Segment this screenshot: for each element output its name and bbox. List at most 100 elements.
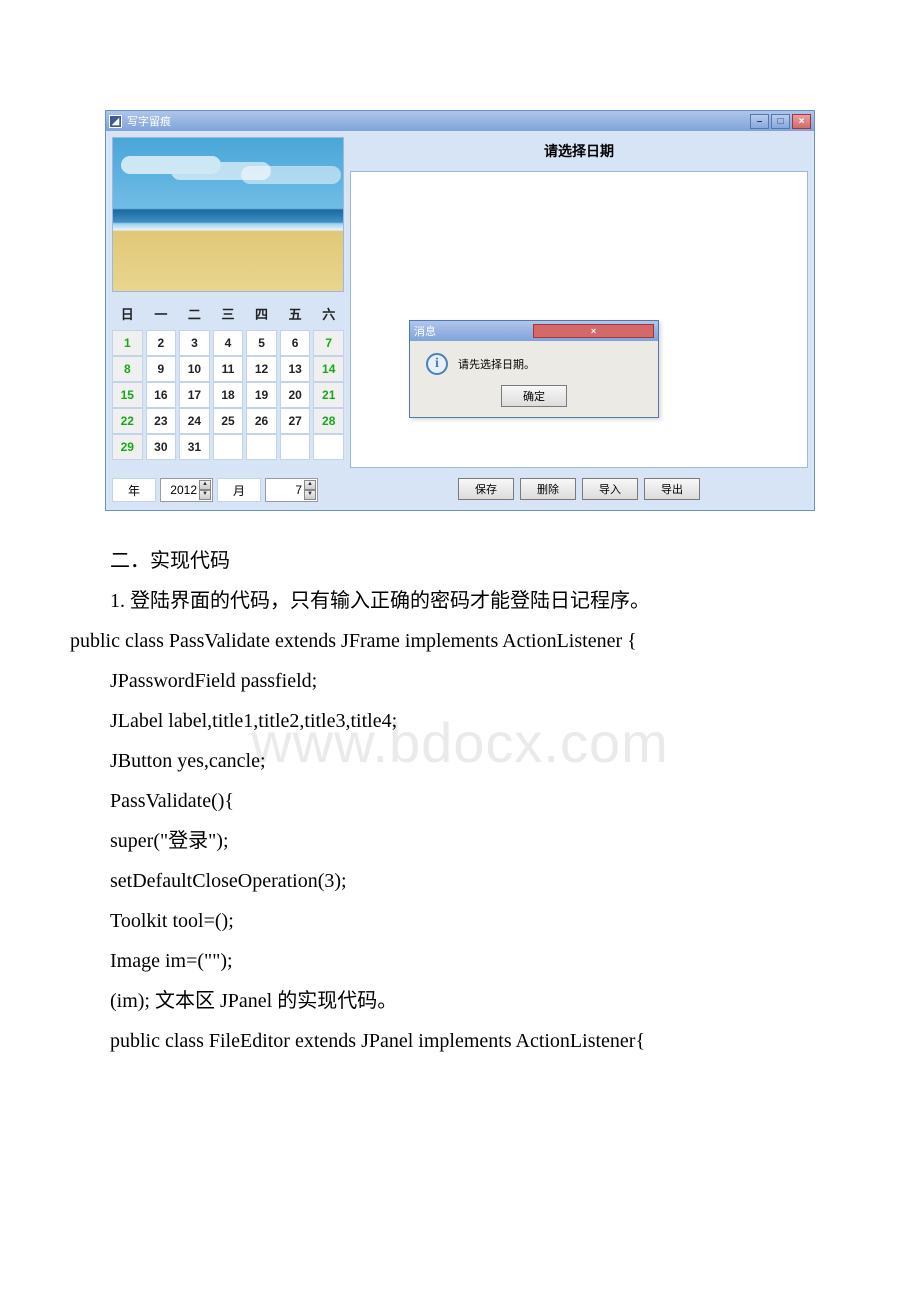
right-panel: 请选择日期 消息 × i 请先选择日期。 <box>350 137 808 504</box>
calendar-cell <box>313 434 344 460</box>
year-input[interactable] <box>161 483 199 497</box>
calendar-cell[interactable]: 7 <box>313 330 344 356</box>
code-line: super("登录"); <box>70 821 830 861</box>
spinner-down-icon[interactable]: ▼ <box>304 490 316 500</box>
dialog-message-row: i 请先选择日期。 <box>422 353 535 375</box>
close-button[interactable]: × <box>792 114 811 129</box>
code-line: JButton yes,cancle; <box>70 741 830 781</box>
left-panel: 日一二三四五六 12345678910111213141516171819202… <box>112 137 344 504</box>
calendar-cell[interactable]: 17 <box>179 382 210 408</box>
maximize-button[interactable]: □ <box>771 114 790 129</box>
app-window: ◢ 写字留痕 – □ × 日一二三四五六 1234567891011121314… <box>105 110 815 511</box>
window-titlebar: ◢ 写字留痕 – □ × <box>106 111 814 131</box>
dialog-ok-button[interactable]: 确定 <box>501 385 567 407</box>
code-line: Image im=(""); <box>70 941 830 981</box>
article-body: 二．实现代码 1. 登陆界面的代码，只有输入正确的密码才能登陆日记程序。 pub… <box>70 541 830 1061</box>
calendar-cell <box>280 434 311 460</box>
code-line: JLabel label,title1,title2,title3,title4… <box>70 701 830 741</box>
spinner-down-icon[interactable]: ▼ <box>199 490 211 500</box>
dialog-title-text: 消息 <box>414 323 533 339</box>
app-screenshot: ◢ 写字留痕 – □ × 日一二三四五六 1234567891011121314… <box>105 110 815 511</box>
calendar-cell[interactable]: 9 <box>146 356 177 382</box>
import-button[interactable]: 导入 <box>582 478 638 500</box>
export-button[interactable]: 导出 <box>644 478 700 500</box>
calendar: 日一二三四五六 12345678910111213141516171819202… <box>112 298 344 462</box>
calendar-cell[interactable]: 29 <box>112 434 143 460</box>
calendar-cell[interactable]: 1 <box>112 330 143 356</box>
calendar-row: 22232425262728 <box>112 408 344 434</box>
text-area[interactable]: 消息 × i 请先选择日期。 确定 <box>350 171 808 468</box>
calendar-cell[interactable]: 12 <box>246 356 277 382</box>
weekday-header: 一 <box>146 300 177 327</box>
calendar-cell[interactable]: 25 <box>213 408 244 434</box>
year-spinner[interactable]: ▲ ▼ <box>160 478 213 502</box>
calendar-cell <box>213 434 244 460</box>
spinner-up-icon[interactable]: ▲ <box>304 480 316 490</box>
calendar-cell[interactable]: 27 <box>280 408 311 434</box>
weekday-header: 六 <box>313 300 344 327</box>
calendar-cell[interactable]: 2 <box>146 330 177 356</box>
month-input[interactable] <box>266 483 304 497</box>
beach-image <box>112 137 344 292</box>
dialog-body: i 请先选择日期。 确定 <box>410 341 658 417</box>
calendar-cell[interactable]: 5 <box>246 330 277 356</box>
calendar-row: 1234567 <box>112 330 344 356</box>
calendar-cell[interactable]: 14 <box>313 356 344 382</box>
weekday-header: 三 <box>213 300 244 327</box>
action-row: 保存 删除 导入 导出 <box>350 474 808 504</box>
weekday-header: 日 <box>112 300 143 327</box>
calendar-cell[interactable]: 19 <box>246 382 277 408</box>
calendar-cell[interactable]: 3 <box>179 330 210 356</box>
weekday-header: 五 <box>280 300 311 327</box>
calendar-row: 15161718192021 <box>112 382 344 408</box>
calendar-cell[interactable]: 6 <box>280 330 311 356</box>
spinner-up-icon[interactable]: ▲ <box>199 480 211 490</box>
date-prompt-label: 请选择日期 <box>350 137 808 165</box>
delete-button[interactable]: 删除 <box>520 478 576 500</box>
minimize-button[interactable]: – <box>750 114 769 129</box>
info-icon: i <box>426 353 448 375</box>
calendar-cell[interactable]: 11 <box>213 356 244 382</box>
calendar-cell[interactable]: 31 <box>179 434 210 460</box>
weekday-header: 二 <box>179 300 210 327</box>
calendar-cell[interactable]: 24 <box>179 408 210 434</box>
dialog-close-button[interactable]: × <box>533 324 654 338</box>
calendar-cell[interactable]: 18 <box>213 382 244 408</box>
calendar-row: 293031 <box>112 434 344 460</box>
month-label: 月 <box>217 478 261 502</box>
calendar-cell[interactable]: 16 <box>146 382 177 408</box>
month-spinner[interactable]: ▲ ▼ <box>265 478 318 502</box>
year-month-row: 年 ▲ ▼ 月 ▲ <box>112 474 344 504</box>
calendar-cell[interactable]: 4 <box>213 330 244 356</box>
code-line: JPasswordField passfield; <box>70 661 830 701</box>
code-line: (im); 文本区 JPanel 的实现代码。 <box>70 981 830 1021</box>
calendar-cell[interactable]: 21 <box>313 382 344 408</box>
calendar-cell[interactable]: 30 <box>146 434 177 460</box>
window-title: 写字留痕 <box>127 113 750 129</box>
calendar-cell <box>246 434 277 460</box>
code-line: Toolkit tool=(); <box>70 901 830 941</box>
app-icon: ◢ <box>109 115 122 128</box>
calendar-cell[interactable]: 10 <box>179 356 210 382</box>
calendar-cell[interactable]: 15 <box>112 382 143 408</box>
calendar-cell[interactable]: 8 <box>112 356 143 382</box>
code-line: public class FileEditor extends JPanel i… <box>70 1021 830 1061</box>
calendar-cell[interactable]: 20 <box>280 382 311 408</box>
save-button[interactable]: 保存 <box>458 478 514 500</box>
dialog-message: 请先选择日期。 <box>458 356 535 372</box>
year-label: 年 <box>112 478 156 502</box>
calendar-cell[interactable]: 22 <box>112 408 143 434</box>
calendar-cell[interactable]: 13 <box>280 356 311 382</box>
code-line: public class PassValidate extends JFrame… <box>132 621 830 661</box>
calendar-row: 891011121314 <box>112 356 344 382</box>
message-dialog: 消息 × i 请先选择日期。 确定 <box>409 320 659 418</box>
calendar-cell[interactable]: 23 <box>146 408 177 434</box>
calendar-cell[interactable]: 26 <box>246 408 277 434</box>
code-line: setDefaultCloseOperation(3); <box>70 861 830 901</box>
calendar-header: 日一二三四五六 <box>112 300 344 327</box>
code-line: PassValidate(){ <box>70 781 830 821</box>
calendar-cell[interactable]: 28 <box>313 408 344 434</box>
calendar-body: 1234567891011121314151617181920212223242… <box>112 330 344 460</box>
dialog-titlebar: 消息 × <box>410 321 658 341</box>
weekday-header: 四 <box>246 300 277 327</box>
